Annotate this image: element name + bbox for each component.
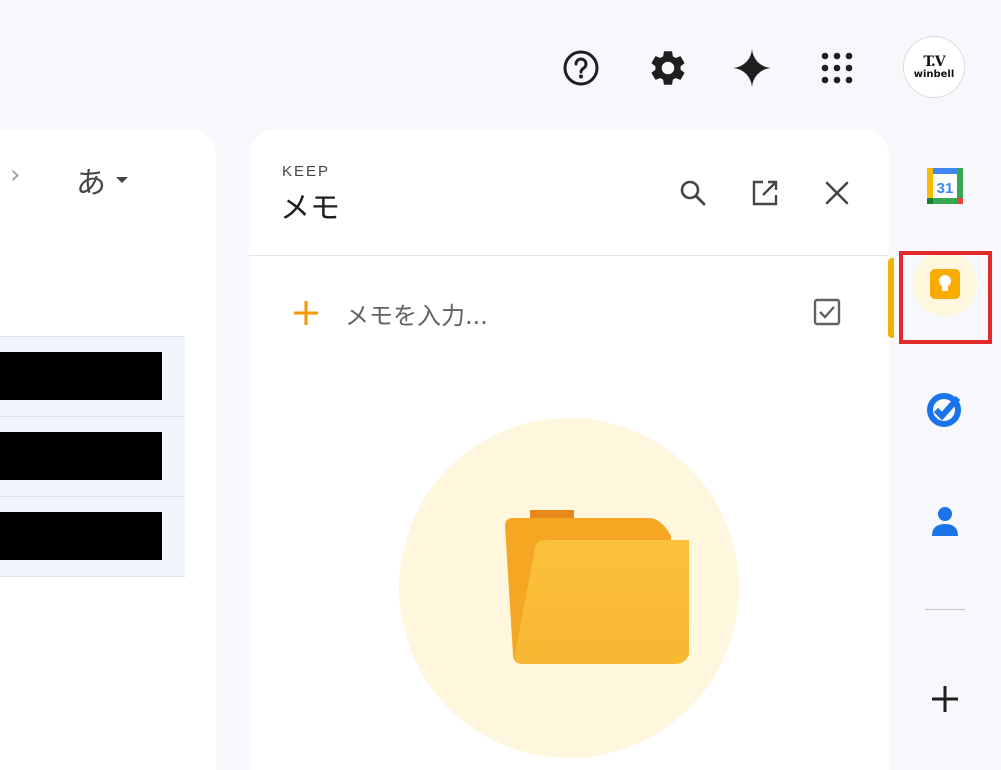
chevron-down-icon xyxy=(116,177,128,183)
panel-title: メモ xyxy=(280,191,340,226)
plus-icon xyxy=(289,296,323,330)
mail-row[interactable] xyxy=(0,336,185,416)
calendar-icon: 31 xyxy=(927,168,963,204)
gemini-button[interactable] xyxy=(728,44,776,92)
close-panel-button[interactable] xyxy=(820,176,854,210)
open-in-new-icon xyxy=(752,180,778,206)
rail-divider xyxy=(925,609,965,610)
open-in-new-tab-button[interactable] xyxy=(748,176,782,210)
mail-list xyxy=(0,336,185,577)
empty-notes-illustration xyxy=(399,418,739,758)
folder-icon xyxy=(505,510,689,664)
plus-icon xyxy=(932,686,958,712)
checkbox-icon xyxy=(813,298,841,326)
tasks-icon xyxy=(927,393,961,427)
rail-calendar-button[interactable]: 31 xyxy=(906,147,984,225)
help-icon xyxy=(563,50,599,86)
account-avatar[interactable]: T.V winbell xyxy=(903,36,965,98)
avatar-logo-mark: T.V xyxy=(923,53,945,70)
google-apps-button[interactable] xyxy=(813,44,861,92)
gemini-sparkle-icon xyxy=(733,49,771,87)
mail-row[interactable] xyxy=(0,496,185,577)
search-icon xyxy=(680,180,706,206)
avatar-logo-text: winbell xyxy=(913,68,955,80)
keep-side-panel: KEEP メモ メモを入力... xyxy=(249,130,889,770)
input-tools-label: あ xyxy=(76,166,106,201)
rail-tasks-button[interactable] xyxy=(906,370,984,448)
redacted-content xyxy=(0,512,162,560)
rail-contacts-button[interactable] xyxy=(906,483,984,561)
new-checklist-button[interactable] xyxy=(809,294,845,330)
search-button[interactable] xyxy=(676,176,710,210)
take-note-input[interactable]: メモを入力... xyxy=(289,295,799,331)
get-addons-button[interactable] xyxy=(906,660,984,738)
active-app-indicator xyxy=(888,258,894,338)
settings-icon xyxy=(651,51,685,85)
panel-app-name: KEEP xyxy=(282,163,331,180)
panel-header-divider xyxy=(249,255,889,256)
help-button[interactable] xyxy=(557,44,605,92)
apps-grid-icon xyxy=(821,52,853,84)
note-placeholder: メモを入力... xyxy=(345,301,488,330)
calendar-day: 31 xyxy=(937,180,954,197)
redacted-content xyxy=(0,352,162,400)
contacts-icon xyxy=(932,507,958,536)
settings-button[interactable] xyxy=(644,44,692,92)
mail-row[interactable] xyxy=(0,416,185,496)
redacted-content xyxy=(0,432,162,480)
close-icon xyxy=(825,181,849,205)
input-tools-button[interactable]: あ xyxy=(76,158,128,202)
next-page-icon[interactable]: › xyxy=(10,160,20,190)
highlight-annotation xyxy=(899,251,992,344)
